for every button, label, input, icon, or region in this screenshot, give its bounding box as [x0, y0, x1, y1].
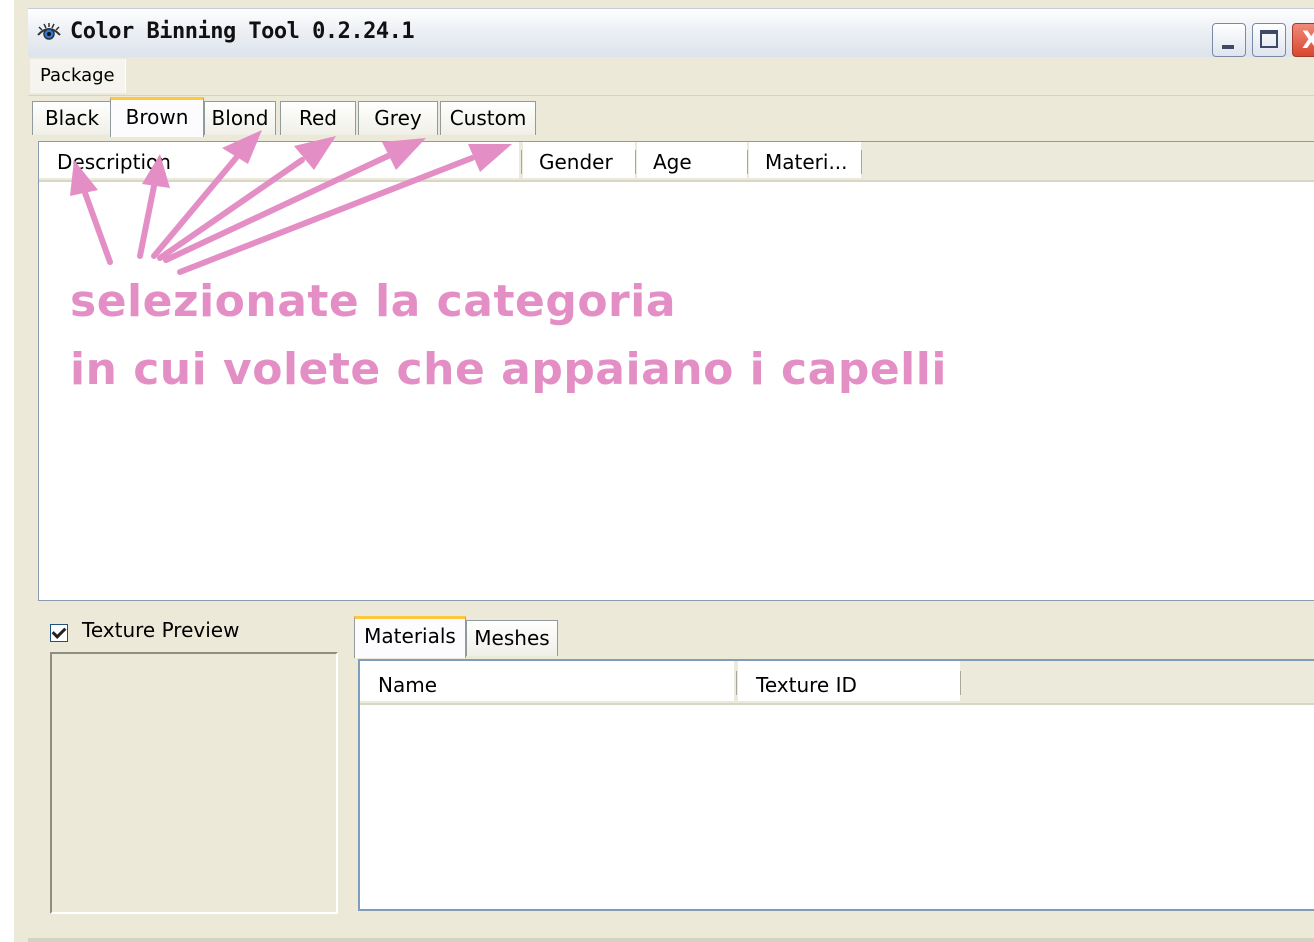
application-window: Color Binning Tool 0.2.24.1 X Package Bl…: [0, 0, 1314, 942]
close-icon: X: [1302, 26, 1314, 54]
window-title: Color Binning Tool 0.2.24.1: [70, 19, 415, 44]
tab-black[interactable]: Black: [32, 101, 112, 135]
column-name[interactable]: Name: [360, 661, 734, 701]
title-bar[interactable]: Color Binning Tool 0.2.24.1 X: [28, 8, 1314, 58]
maximize-icon: [1260, 30, 1278, 48]
column-separator[interactable]: [521, 150, 522, 174]
close-button[interactable]: X: [1292, 23, 1314, 57]
texture-preview-checkbox[interactable]: [50, 624, 68, 642]
materials-header: Name Texture ID: [360, 661, 1314, 705]
column-separator[interactable]: [747, 150, 748, 174]
column-separator[interactable]: [960, 671, 961, 695]
eye-icon: [37, 23, 61, 40]
status-bar: [28, 938, 1314, 942]
texture-preview-box: [50, 652, 338, 914]
tab-brown[interactable]: Brown: [110, 97, 204, 137]
column-description[interactable]: Description: [39, 142, 519, 178]
maximize-button[interactable]: [1252, 23, 1286, 57]
tab-red[interactable]: Red: [280, 101, 356, 135]
tab-materials[interactable]: Materials: [354, 616, 466, 658]
menu-bar: Package: [28, 57, 1314, 96]
minimize-button[interactable]: [1212, 23, 1246, 57]
tab-custom[interactable]: Custom: [440, 101, 536, 135]
list-header: Description Gender Age Materi...: [39, 142, 1314, 182]
tab-grey[interactable]: Grey: [358, 101, 438, 135]
column-gender[interactable]: Gender: [523, 142, 635, 178]
materials-table[interactable]: Name Texture ID: [358, 659, 1314, 911]
column-age[interactable]: Age: [637, 142, 747, 178]
texture-preview-label[interactable]: Texture Preview: [82, 618, 239, 642]
column-separator[interactable]: [635, 150, 636, 174]
column-materials[interactable]: Materi...: [749, 142, 861, 178]
tab-blond[interactable]: Blond: [204, 101, 276, 135]
column-separator[interactable]: [861, 150, 862, 174]
menu-package[interactable]: Package: [30, 59, 126, 93]
minimize-icon: [1222, 45, 1234, 49]
annotation-line-1: selezionate la categoria: [70, 276, 677, 327]
annotation-line-2: in cui volete che appaiano i capelli: [70, 344, 947, 395]
column-texture-id[interactable]: Texture ID: [738, 661, 960, 701]
column-separator[interactable]: [736, 671, 737, 695]
tab-meshes[interactable]: Meshes: [466, 620, 558, 656]
